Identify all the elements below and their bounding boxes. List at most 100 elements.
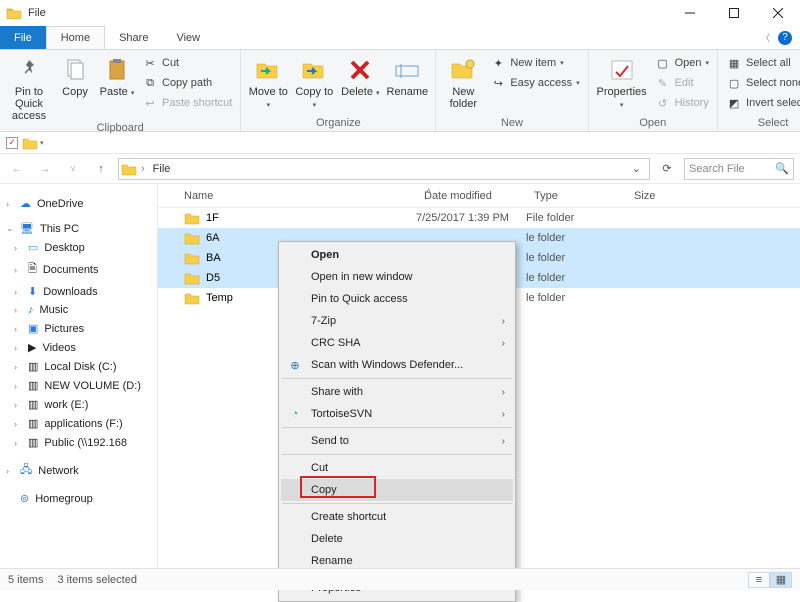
paste-label: Paste	[100, 86, 128, 98]
new-item-button[interactable]: ✦New item ▾	[488, 54, 581, 72]
rename-button[interactable]: Rename	[385, 52, 429, 98]
nav-this-pc[interactable]: ⌄🖥This PC	[2, 219, 155, 238]
nav-network[interactable]: ›🖧Network	[2, 458, 155, 483]
breadcrumb-sep[interactable]: ›	[137, 163, 149, 175]
table-row[interactable]: 1F 7/25/2017 1:39 PM File folder	[158, 208, 800, 228]
forward-button[interactable]: →	[34, 158, 56, 180]
recent-dropdown[interactable]: v	[62, 158, 84, 180]
back-button[interactable]: ←	[6, 158, 28, 180]
nav-local-disk[interactable]: ›▥Local Disk (C:)	[2, 357, 155, 376]
nav-desktop[interactable]: ›▭Desktop	[2, 238, 155, 257]
group-open-label: Open	[595, 117, 711, 131]
invert-selection-button[interactable]: ◩Invert selection	[724, 94, 800, 112]
new-folder-button[interactable]: New folder	[442, 52, 484, 110]
chevron-right-icon: ›	[502, 387, 505, 398]
ctx-delete[interactable]: Delete	[281, 528, 513, 550]
ctx-share-with[interactable]: Share with›	[281, 381, 513, 403]
chevron-right-icon: ›	[502, 409, 505, 420]
paste-shortcut-button[interactable]: ↩Paste shortcut	[140, 94, 234, 112]
ctx-cut[interactable]: Cut	[281, 457, 513, 479]
properties-icon	[610, 58, 634, 82]
select-none-icon: ▢	[726, 75, 742, 91]
ctx-open-new-window[interactable]: Open in new window	[281, 266, 513, 288]
qat-dropdown-icon[interactable]: ▾	[40, 139, 44, 147]
address-bar[interactable]: › File ⌄	[118, 158, 650, 180]
column-headers[interactable]: Name Date modified Type Size	[158, 184, 800, 208]
ctx-open[interactable]: Open	[281, 244, 513, 266]
search-placeholder: Search File	[689, 163, 745, 175]
nav-applications[interactable]: ›▥applications (F:)	[2, 414, 155, 433]
up-button[interactable]: ↑	[90, 158, 112, 180]
address-dropdown[interactable]: ⌄	[626, 162, 647, 175]
select-all-button[interactable]: ▦Select all	[724, 54, 800, 72]
cut-button[interactable]: ✂Cut	[140, 54, 234, 72]
sparkle-icon: ✦	[490, 55, 506, 71]
nav-downloads[interactable]: ›⬇Downloads	[2, 282, 155, 301]
open-button[interactable]: ▢Open ▾	[653, 54, 711, 72]
ctx-send-to[interactable]: Send to›	[281, 430, 513, 452]
view-details-button[interactable]: ≡	[748, 572, 770, 588]
easy-access-button[interactable]: ↪Easy access ▾	[488, 74, 581, 92]
nav-homegroup[interactable]: ⊚Homegroup	[2, 489, 155, 508]
ctx-copy[interactable]: Copy	[281, 479, 513, 501]
view-large-icons-button[interactable]: ▦	[770, 572, 792, 588]
desktop-icon: ▭	[28, 241, 38, 254]
close-button[interactable]	[756, 0, 800, 26]
ctx-defender[interactable]: ⊕Scan with Windows Defender...	[281, 354, 513, 376]
delete-button[interactable]: Delete ▾	[339, 52, 381, 98]
ctx-tortoisesvn[interactable]: ◔TortoiseSVN›	[281, 403, 513, 425]
navigation-pane[interactable]: ›☁OneDrive ⌄🖥This PC ›▭Desktop ›🗎Documen…	[0, 184, 158, 570]
group-new-label: New	[442, 117, 581, 131]
nav-music[interactable]: ›♪Music	[2, 301, 155, 319]
folder-icon	[184, 291, 200, 305]
col-name[interactable]: Name	[158, 190, 416, 202]
refresh-button[interactable]: ⟳	[656, 162, 678, 175]
paste-button[interactable]: Paste ▾	[98, 52, 136, 98]
breadcrumb-item[interactable]: File	[149, 163, 175, 175]
nav-new-volume[interactable]: ›▥NEW VOLUME (D:)	[2, 376, 155, 395]
group-organize: Move to ▾ Copy to ▾ Delete ▾ Rename Orga…	[241, 50, 436, 131]
select-all-icon: ▦	[726, 55, 742, 71]
tab-home[interactable]: Home	[46, 26, 105, 49]
nav-onedrive[interactable]: ›☁OneDrive	[2, 194, 155, 213]
copy-path-button[interactable]: ⧉Copy path	[140, 74, 234, 92]
status-selected-count: 3 items selected	[57, 574, 136, 586]
copy-to-button[interactable]: Copy to ▾	[293, 52, 335, 110]
copy-label: Copy	[62, 86, 88, 98]
col-date[interactable]: Date modified	[416, 190, 526, 202]
chevron-right-icon: ›	[502, 316, 505, 327]
scissors-icon: ✂	[142, 55, 158, 71]
copy-button[interactable]: Copy	[56, 52, 94, 98]
nav-documents[interactable]: ›🗎Documents	[2, 257, 155, 282]
col-size[interactable]: Size	[626, 190, 686, 202]
help-icon[interactable]: ?	[778, 31, 792, 45]
nav-videos[interactable]: ›▶Videos	[2, 338, 155, 357]
col-type[interactable]: Type	[526, 190, 626, 202]
history-button[interactable]: ↺History	[653, 94, 711, 112]
downloads-icon: ⬇	[28, 285, 37, 298]
drive-icon: ▥	[28, 360, 38, 373]
pin-quick-access-button[interactable]: Pin to Quick access	[6, 52, 52, 122]
nav-pictures[interactable]: ›▣Pictures	[2, 319, 155, 338]
ctx-pin-quick-access[interactable]: Pin to Quick access	[281, 288, 513, 310]
move-to-button[interactable]: Move to ▾	[247, 52, 289, 110]
qat-checkbox[interactable]: ✓	[6, 137, 18, 149]
minimize-button[interactable]	[668, 0, 712, 26]
tab-file[interactable]: File	[0, 26, 46, 49]
ctx-create-shortcut[interactable]: Create shortcut	[281, 506, 513, 528]
search-box[interactable]: Search File 🔍	[684, 158, 794, 180]
ctx-separator	[282, 503, 512, 504]
edit-button[interactable]: ✎Edit	[653, 74, 711, 92]
nav-work[interactable]: ›▥work (E:)	[2, 395, 155, 414]
ctx-crc-sha[interactable]: CRC SHA›	[281, 332, 513, 354]
select-none-button[interactable]: ▢Select none	[724, 74, 800, 92]
tab-share[interactable]: Share	[105, 26, 162, 49]
collapse-ribbon-icon[interactable]: 〈	[761, 31, 770, 44]
ctx-7zip[interactable]: 7-Zip›	[281, 310, 513, 332]
maximize-button[interactable]	[712, 0, 756, 26]
network-icon: 🖧	[20, 461, 32, 480]
nav-public[interactable]: ›▥Public (\\192.168	[2, 433, 155, 452]
drive-icon: ▥	[28, 417, 38, 430]
tab-view[interactable]: View	[162, 26, 214, 49]
properties-button[interactable]: Properties ▾	[595, 52, 649, 110]
